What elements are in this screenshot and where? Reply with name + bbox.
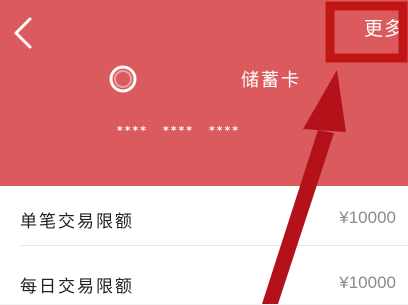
daily-limit-value: ¥10000 [339, 273, 396, 292]
single-limit-label: 单笔交易限额 [20, 212, 134, 232]
list-item-daily-limit: 每日交易限额 ¥10000 [0, 246, 408, 305]
more-button[interactable]: 更多 [364, 14, 404, 41]
masked-number-group-1: **** [117, 124, 149, 137]
chevron-left-icon[interactable] [10, 16, 36, 50]
card-header: 更多 储蓄卡 **** **** **** [0, 0, 408, 186]
limit-list: 单笔交易限额 ¥10000 每日交易限额 ¥10000 [0, 186, 408, 304]
masked-number-group-3: **** [209, 124, 241, 137]
list-item-single-limit: 单笔交易限额 ¥10000 [0, 186, 408, 245]
daily-limit-label: 每日交易限额 [20, 277, 134, 297]
masked-number-group-2: **** [163, 124, 195, 137]
circle-logo-icon [109, 65, 137, 93]
card-type-label: 储蓄卡 [241, 70, 301, 91]
single-limit-value: ¥10000 [339, 208, 396, 227]
